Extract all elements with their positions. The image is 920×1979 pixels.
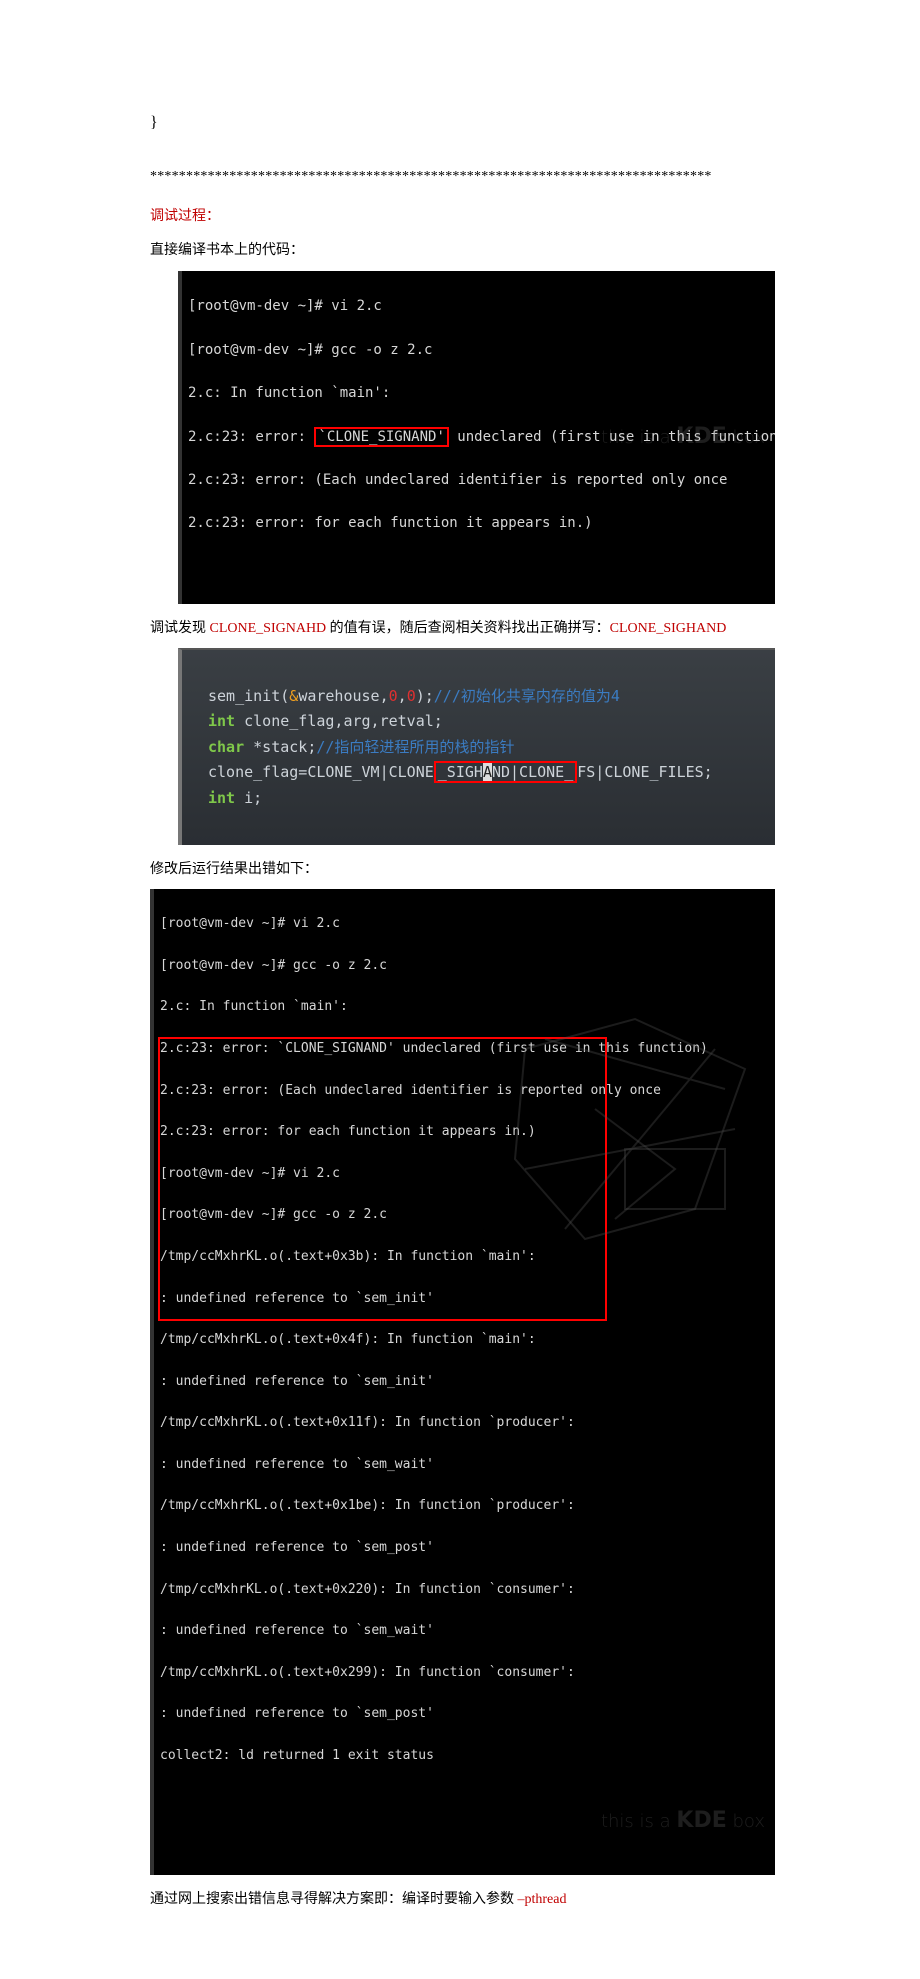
highlight-box-1: `CLONE_SIGNAND': [314, 427, 448, 448]
compile-book-text: 直接编译书本上的代码：: [150, 240, 775, 262]
t2-line: [root@vm-dev ~]# gcc -o z 2.c: [160, 1205, 769, 1226]
sol-arg: –pthread: [518, 1892, 567, 1907]
term1-line: 2.c: In function `main':: [188, 383, 769, 405]
t2-line: /tmp/ccMxhrKL.o(.text+0x299): In functio…: [160, 1663, 769, 1684]
code-editor: sem_init(&warehouse,0,0);///初始化共享内存的值为4 …: [178, 648, 775, 845]
t2-line: : undefined reference to `sem_wait': [160, 1621, 769, 1642]
debug-section-title: 调试过程：: [150, 206, 775, 228]
t2-line: /tmp/ccMxhrKL.o(.text+0x3b): In function…: [160, 1247, 769, 1268]
t2-line: 2.c:23: error: `CLONE_SIGNAND' undeclare…: [160, 1039, 769, 1060]
closing-brace: }: [150, 110, 775, 136]
separator-stars: ****************************************…: [150, 166, 775, 188]
dbg-correct: CLONE_SIGHAND: [610, 621, 727, 636]
highlight-box-2: _SIGHAND|CLONE_: [434, 761, 577, 783]
t1-pre: 2.c:23: error:: [188, 429, 314, 445]
t2-line: /tmp/ccMxhrKL.o(.text+0x4f): In function…: [160, 1330, 769, 1351]
sol-pre: 通过网上搜索出错信息寻得解决方案即：编译时要输入参数: [150, 1892, 518, 1907]
term1-line: [root@vm-dev ~]# vi 2.c: [188, 296, 769, 318]
t2-line: /tmp/ccMxhrKL.o(.text+0x220): In functio…: [160, 1580, 769, 1601]
terminal-output-1: [root@vm-dev ~]# vi 2.c [root@vm-dev ~]#…: [178, 271, 775, 604]
t2-line: [root@vm-dev ~]# vi 2.c: [160, 914, 769, 935]
term1-line: 2.c:23: error: (Each undeclared identifi…: [188, 470, 769, 492]
term1-line: 2.c:23: error: `CLONE_SIGNAND' undeclare…: [188, 427, 769, 449]
debug-found-text: 调试发现 CLONE_SIGNAHD 的值有误，随后查阅相关资料找出正确拼写：C…: [150, 618, 775, 640]
t1-post: undeclared (first use in this function): [449, 429, 775, 445]
t2-line: : undefined reference to `sem_wait': [160, 1455, 769, 1476]
editor-line: char *stack;//指向轻进程所用的栈的指针: [208, 738, 514, 756]
t2-line: : undefined reference to `sem_post': [160, 1704, 769, 1725]
t2-line: /tmp/ccMxhrKL.o(.text+0x1be): In functio…: [160, 1496, 769, 1517]
t2-line: 2.c:23: error: for each function it appe…: [160, 1122, 769, 1143]
terminal-output-2: [root@vm-dev ~]# vi 2.c [root@vm-dev ~]#…: [150, 889, 775, 1874]
dbg-wrong: CLONE_SIGNAHD: [206, 621, 330, 636]
t2-line: : undefined reference to `sem_init': [160, 1372, 769, 1393]
editor-line: int i;: [208, 789, 262, 807]
t2-line: [root@vm-dev ~]# gcc -o z 2.c: [160, 956, 769, 977]
editor-line: int clone_flag,arg,retval;: [208, 712, 443, 730]
dbg-mid: 的值有误，随后查阅相关资料找出正确拼写：: [330, 621, 610, 636]
t2-line: 2.c:23: error: (Each undeclared identifi…: [160, 1081, 769, 1102]
t2-line: [root@vm-dev ~]# vi 2.c: [160, 1164, 769, 1185]
after-fix-text: 修改后运行结果出错如下：: [150, 859, 775, 881]
editor-line: sem_init(&warehouse,0,0);///初始化共享内存的值为4: [208, 687, 620, 705]
t2-line: collect2: ld returned 1 exit status: [160, 1746, 769, 1767]
editor-line: clone_flag=CLONE_VM|CLONE_SIGHAND|CLONE_…: [208, 763, 713, 781]
t2-line: 2.c: In function `main':: [160, 997, 769, 1018]
cursor-char: A: [483, 763, 492, 781]
solution-text: 通过网上搜索出错信息寻得解决方案即：编译时要输入参数 –pthread: [150, 1889, 775, 1911]
document-page: } **************************************…: [0, 0, 920, 1979]
t2-line: : undefined reference to `sem_post': [160, 1538, 769, 1559]
t2-line: /tmp/ccMxhrKL.o(.text+0x11f): In functio…: [160, 1413, 769, 1434]
kde-watermark-2: this is a KDE box: [567, 1774, 765, 1867]
t2-line: : undefined reference to `sem_init': [160, 1289, 769, 1310]
dbg-pre: 调试发现: [150, 621, 206, 636]
term1-line: [root@vm-dev ~]# gcc -o z 2.c: [188, 340, 769, 362]
term1-line: 2.c:23: error: for each function it appe…: [188, 513, 769, 535]
